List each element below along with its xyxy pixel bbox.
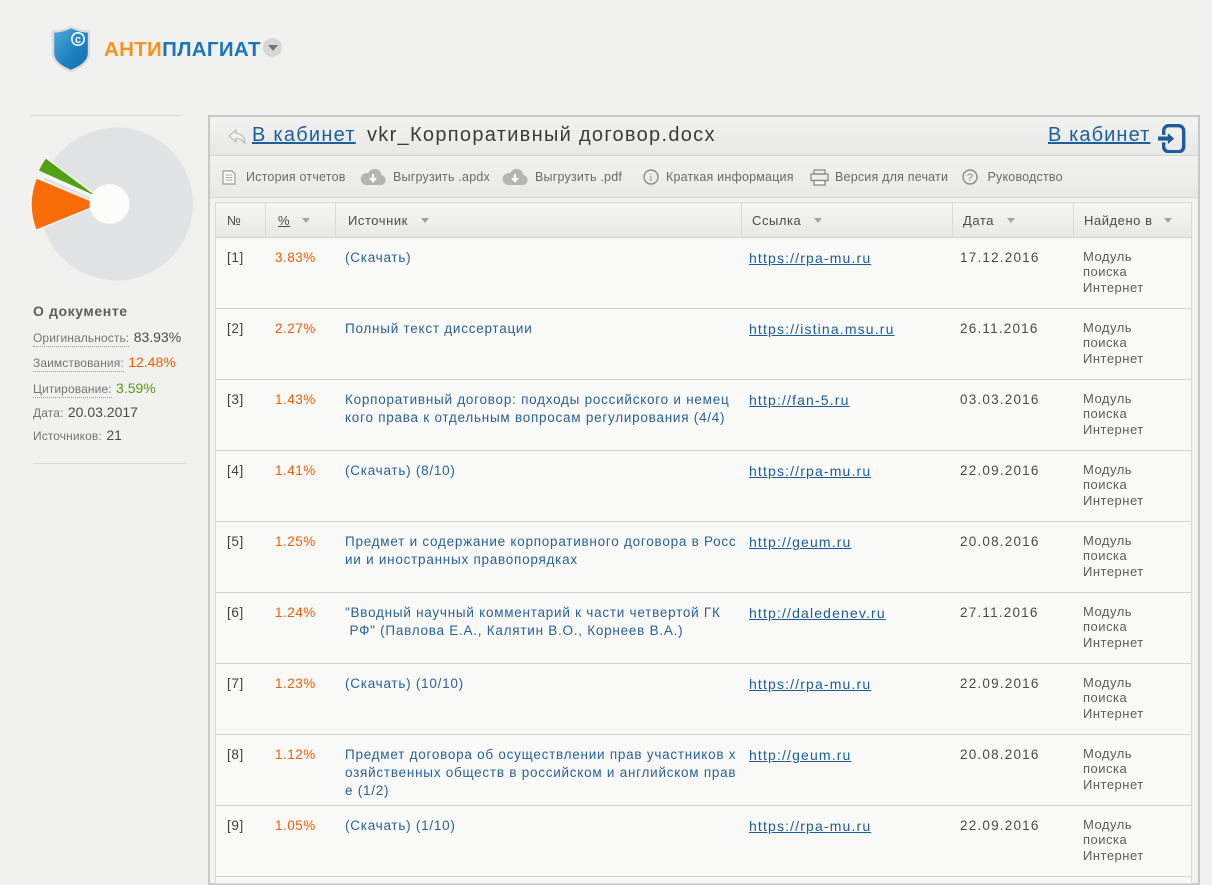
svg-text:?: ? (967, 172, 973, 184)
svg-text:c: c (75, 34, 81, 46)
svg-text:i: i (650, 173, 653, 184)
